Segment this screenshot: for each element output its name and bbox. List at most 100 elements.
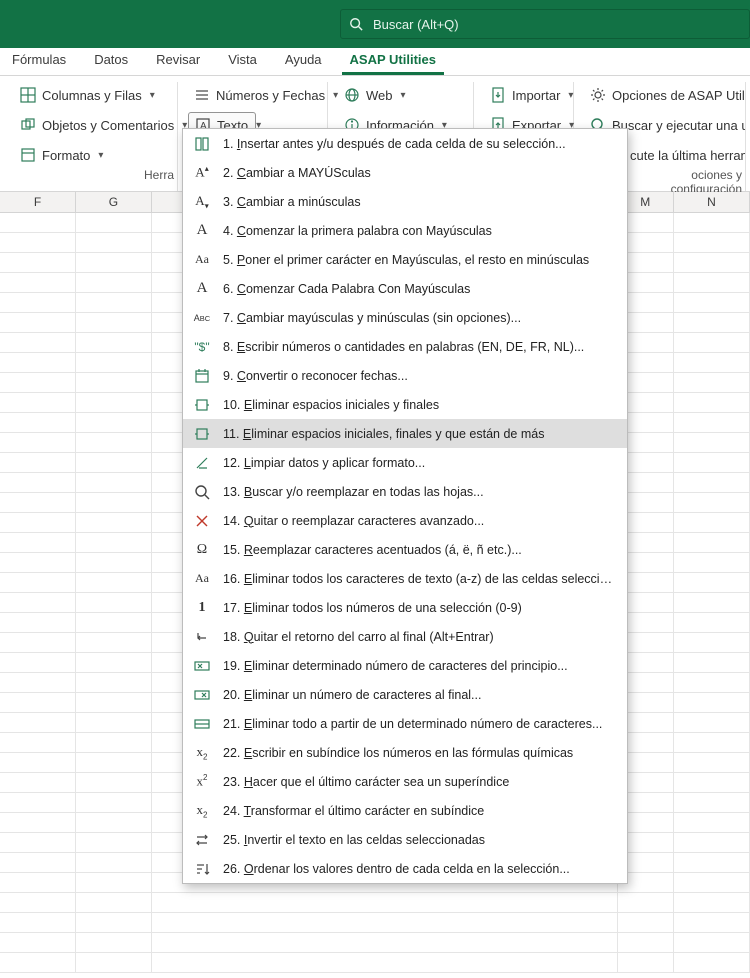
cell[interactable]	[674, 853, 750, 873]
tab-vista[interactable]: Vista	[220, 48, 265, 75]
cell[interactable]	[674, 733, 750, 753]
cell[interactable]	[76, 473, 152, 493]
cell[interactable]	[674, 613, 750, 633]
tab-datos[interactable]: Datos	[86, 48, 136, 75]
cell[interactable]	[0, 713, 76, 733]
cell[interactable]	[0, 693, 76, 713]
cell[interactable]	[76, 633, 152, 653]
cell[interactable]	[0, 573, 76, 593]
cell[interactable]	[76, 293, 152, 313]
cell[interactable]	[618, 913, 675, 933]
menu-item-17[interactable]: 117. Eliminar todos los números de una s…	[183, 593, 627, 622]
btn-opciones-asap[interactable]: Opciones de ASAP Utilitie	[584, 82, 735, 108]
menu-item-18[interactable]: 18. Quitar el retorno del carro al final…	[183, 622, 627, 651]
cell[interactable]	[674, 313, 750, 333]
cell[interactable]	[76, 313, 152, 333]
cell[interactable]	[0, 873, 76, 893]
cell[interactable]	[0, 913, 76, 933]
menu-item-11[interactable]: 11. Eliminar espacios iniciales, finales…	[183, 419, 627, 448]
cell[interactable]	[674, 633, 750, 653]
cell[interactable]	[0, 593, 76, 613]
cell[interactable]	[76, 233, 152, 253]
menu-item-19[interactable]: 19. Eliminar determinado número de carac…	[183, 651, 627, 680]
cell[interactable]	[0, 453, 76, 473]
cell[interactable]	[76, 693, 152, 713]
cell[interactable]	[76, 953, 152, 973]
cell[interactable]	[76, 373, 152, 393]
column-header[interactable]: F	[0, 192, 76, 212]
cell[interactable]	[674, 873, 750, 893]
cell[interactable]	[76, 573, 152, 593]
cell[interactable]	[618, 893, 675, 913]
cell[interactable]	[0, 953, 76, 973]
cell[interactable]	[0, 253, 76, 273]
menu-item-26[interactable]: 26. Ordenar los valores dentro de cada c…	[183, 854, 627, 883]
cell[interactable]	[76, 853, 152, 873]
cell[interactable]	[76, 893, 152, 913]
cell[interactable]	[674, 793, 750, 813]
btn-objetos-comentarios[interactable]: Objetos y Comentarios ▾	[14, 112, 167, 138]
cell[interactable]	[76, 553, 152, 573]
cell[interactable]	[76, 593, 152, 613]
cell[interactable]	[674, 533, 750, 553]
menu-item-5[interactable]: Aa5. Poner el primer carácter en Mayúscu…	[183, 245, 627, 274]
cell[interactable]	[674, 273, 750, 293]
cell[interactable]	[0, 513, 76, 533]
cell[interactable]	[0, 213, 76, 233]
cell[interactable]	[674, 393, 750, 413]
cell[interactable]	[674, 373, 750, 393]
cell[interactable]	[674, 333, 750, 353]
table-row[interactable]	[0, 913, 750, 933]
cell[interactable]	[674, 413, 750, 433]
cell[interactable]	[0, 493, 76, 513]
cell[interactable]	[76, 673, 152, 693]
menu-item-6[interactable]: A6. Comenzar Cada Palabra Con Mayúsculas	[183, 274, 627, 303]
cell[interactable]	[0, 293, 76, 313]
cell[interactable]	[76, 493, 152, 513]
menu-item-13[interactable]: 13. Buscar y/o reemplazar en todas las h…	[183, 477, 627, 506]
cell[interactable]	[0, 773, 76, 793]
cell[interactable]	[0, 793, 76, 813]
cell[interactable]	[76, 353, 152, 373]
menu-item-14[interactable]: 14. Quitar o reemplazar caracteres avanz…	[183, 506, 627, 535]
cell[interactable]	[674, 813, 750, 833]
cell[interactable]	[152, 913, 618, 933]
cell[interactable]	[0, 673, 76, 693]
btn-numeros-fechas[interactable]: Números y Fechas ▾	[188, 82, 317, 108]
tab-ayuda[interactable]: Ayuda	[277, 48, 330, 75]
cell[interactable]	[0, 373, 76, 393]
menu-item-21[interactable]: 21. Eliminar todo a partir de un determi…	[183, 709, 627, 738]
menu-item-4[interactable]: A4. Comenzar la primera palabra con Mayú…	[183, 216, 627, 245]
menu-item-22[interactable]: x222. Escribir en subíndice los números …	[183, 738, 627, 767]
tab-revisar[interactable]: Revisar	[148, 48, 208, 75]
menu-item-2[interactable]: A▴2. Cambiar a MAYÚSculas	[183, 158, 627, 187]
cell[interactable]	[76, 713, 152, 733]
column-header[interactable]: G	[76, 192, 152, 212]
cell[interactable]	[674, 353, 750, 373]
cell[interactable]	[152, 893, 618, 913]
menu-item-15[interactable]: Ω15. Reemplazar caracteres acentuados (á…	[183, 535, 627, 564]
cell[interactable]	[0, 313, 76, 333]
cell[interactable]	[618, 933, 675, 953]
column-header[interactable]: N	[674, 192, 750, 212]
cell[interactable]	[76, 753, 152, 773]
menu-item-12[interactable]: 12. Limpiar datos y aplicar formato...	[183, 448, 627, 477]
cell[interactable]	[0, 413, 76, 433]
cell[interactable]	[674, 673, 750, 693]
cell[interactable]	[76, 453, 152, 473]
cell[interactable]	[76, 393, 152, 413]
menu-item-16[interactable]: Aa16. Eliminar todos los caracteres de t…	[183, 564, 627, 593]
cell[interactable]	[76, 913, 152, 933]
cell[interactable]	[674, 833, 750, 853]
cell[interactable]	[674, 753, 750, 773]
table-row[interactable]	[0, 933, 750, 953]
menu-item-9[interactable]: 9. Convertir o reconocer fechas...	[183, 361, 627, 390]
menu-item-20[interactable]: 20. Eliminar un número de caracteres al …	[183, 680, 627, 709]
menu-item-8[interactable]: "$"8. Escribir números o cantidades en p…	[183, 332, 627, 361]
cell[interactable]	[0, 233, 76, 253]
menu-item-10[interactable]: 10. Eliminar espacios iniciales y finale…	[183, 390, 627, 419]
cell[interactable]	[0, 893, 76, 913]
cell[interactable]	[76, 533, 152, 553]
cell[interactable]	[0, 813, 76, 833]
cell[interactable]	[674, 493, 750, 513]
